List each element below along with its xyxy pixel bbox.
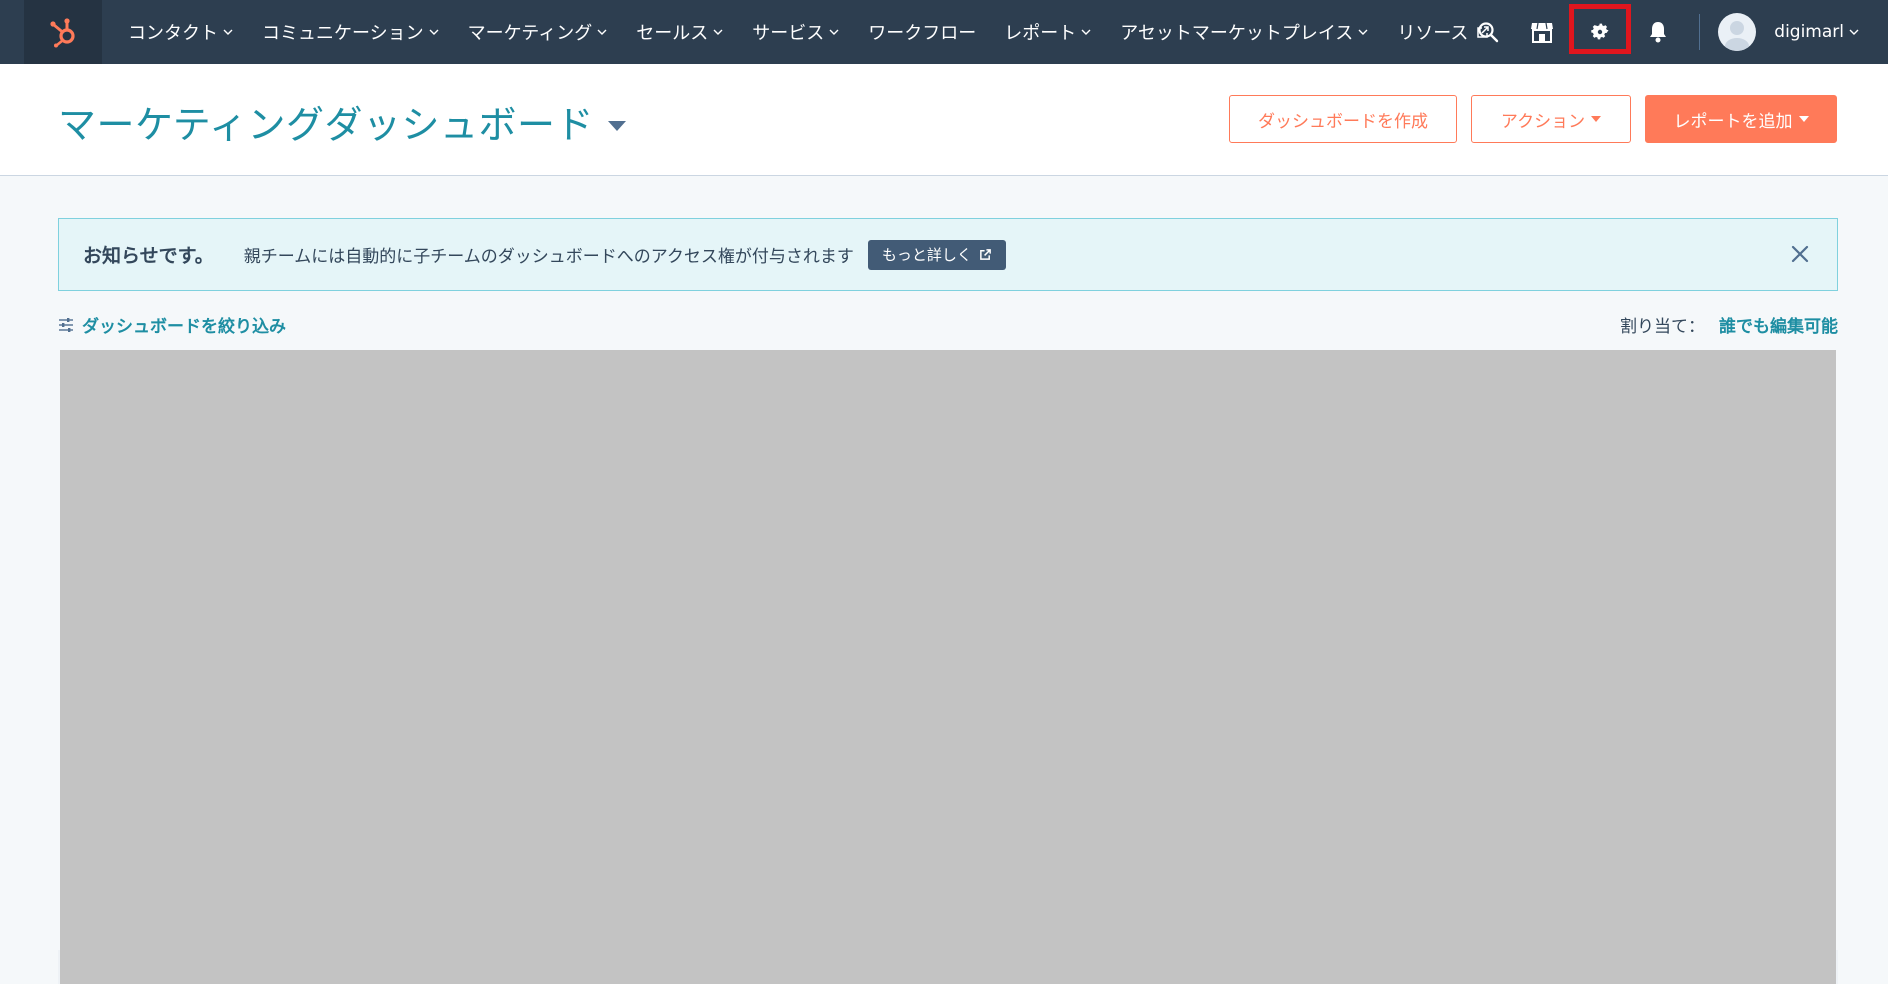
nav-item-label: リソース [1397,23,1469,44]
dashboard-content-area [60,350,1836,984]
nav-item-label: レポート [1004,23,1077,44]
nav-item-sales[interactable]: セールス [622,0,738,64]
nav-item-marketing[interactable]: マーケティング [454,0,623,64]
filter-label: ダッシュボードを絞り込み [82,317,286,337]
settings-highlight-box [1569,4,1632,54]
filter-dashboard-button[interactable]: ダッシュボードを絞り込み [58,312,286,337]
external-link-icon [980,249,991,260]
account-name: digimarl [1774,22,1844,42]
notifications-button[interactable] [1631,0,1685,64]
add-report-button[interactable]: レポートを追加 [1645,95,1837,143]
nav-item-label: アセットマーケットプレイス [1120,23,1354,44]
chevron-down-icon [597,29,607,35]
alert-message: 親チームには自動的に子チームのダッシュボードへのアクセス権が付与されます [243,247,854,267]
chevron-down-icon [223,29,233,35]
account-menu[interactable]: digimarl [1718,0,1888,64]
actions-button-label: アクション [1500,111,1586,132]
caret-down-icon [607,120,626,131]
nav-item-asset-marketplace[interactable]: アセットマーケットプレイス [1106,0,1383,64]
search-icon [1478,22,1499,43]
alert-title: お知らせです。 [83,245,214,267]
search-button[interactable] [1461,0,1515,64]
page-title: マーケティングダッシュボード [58,103,594,147]
chevron-down-icon [1849,29,1859,35]
marketplace-button[interactable] [1515,0,1569,64]
caret-down-icon [1798,116,1809,122]
chevron-down-icon [429,29,439,35]
nav-utilities: digimarl [1461,0,1888,64]
hubspot-logo[interactable] [24,0,102,64]
caret-down-icon [1591,116,1602,122]
close-icon[interactable] [1789,243,1811,265]
nav-item-label: セールス [636,23,709,44]
assign-value-link[interactable]: 誰でも編集可能 [1719,312,1838,337]
chevron-down-icon [1081,29,1091,35]
nav-item-workflow[interactable]: ワークフロー [854,0,990,64]
chevron-down-icon [713,29,723,35]
settings-button[interactable] [1569,0,1632,64]
assignment-info: 割り当て： 誰でも編集可能 [1620,312,1838,337]
user-avatar-icon [1725,21,1750,51]
top-navigation: コンタクト コミュニケーション マーケティング セールス サービス ワークフロー… [0,0,1888,64]
notifications-icon [1650,22,1667,43]
learn-more-button[interactable]: もっと詳しく [867,239,1006,270]
nav-item-label: サービス [752,23,825,44]
add-report-button-label: レポートを追加 [1673,111,1793,132]
nav-item-label: コンタクト [128,23,218,44]
nav-item-reports[interactable]: レポート [990,0,1106,64]
chevron-down-icon [829,29,839,35]
main-menu: コンタクト コミュニケーション マーケティング セールス サービス ワークフロー… [114,0,1504,64]
info-alert: お知らせです。 親チームには自動的に子チームのダッシュボードへのアクセス権が付与… [58,218,1838,291]
marketplace-icon [1531,22,1554,43]
filter-sliders-icon [59,317,73,332]
create-dashboard-button[interactable]: ダッシュボードを作成 [1229,95,1457,143]
learn-more-label: もっと詳しく [881,246,972,264]
nav-item-label: コミュニケーション [262,23,424,44]
page-header: マーケティングダッシュボード ダッシュボードを作成 アクション レポートを追加 [0,64,1888,176]
hubspot-sprocket-icon [50,18,75,48]
nav-item-label: マーケティング [467,23,593,44]
dashboard-selector[interactable]: マーケティングダッシュボード [58,94,626,149]
assign-label: 割り当て： [1620,317,1705,337]
nav-item-service[interactable]: サービス [738,0,854,64]
nav-item-contacts[interactable]: コンタクト [114,0,248,64]
nav-divider [1699,14,1701,50]
avatar [1718,13,1757,51]
actions-button[interactable]: アクション [1471,95,1631,143]
nav-item-communication[interactable]: コミュニケーション [248,0,454,64]
nav-item-label: ワークフロー [868,23,977,44]
chevron-down-icon [1358,29,1368,35]
